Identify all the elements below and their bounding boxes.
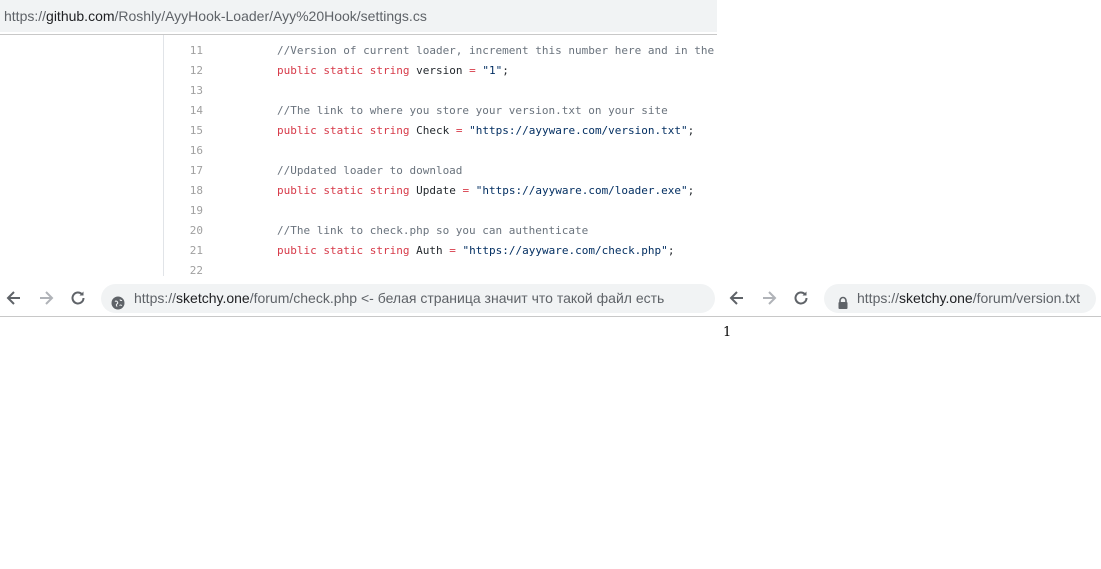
code-token: ; — [687, 184, 695, 197]
url-annotation: <- белая страница значит что такой файл … — [357, 290, 665, 306]
line-number[interactable]: 17 — [163, 161, 203, 181]
code-token: static — [323, 184, 364, 197]
reload-icon[interactable] — [68, 288, 88, 308]
code-token: Update — [409, 184, 463, 197]
code-line: 11 //Version of current loader, increment… — [0, 41, 717, 61]
code-line: 21 public static string Auth = "https://a… — [0, 241, 717, 261]
forward-arrow-icon[interactable] — [36, 288, 56, 308]
code-token: "1" — [482, 64, 503, 77]
address-bar[interactable]: https://sketchy.one/forum/check.php <- б… — [101, 284, 715, 313]
code-text: //Updated loader to download — [277, 161, 462, 181]
toolbar-divider — [0, 316, 1101, 317]
url-path: /forum/check.php — [249, 290, 358, 306]
code-token: version — [409, 64, 470, 77]
code-token: ; — [502, 64, 509, 77]
code-token: "https://ayyware.com/version.txt" — [469, 124, 688, 137]
code-token: string — [369, 184, 410, 197]
code-token: string — [369, 64, 410, 77]
code-token: //The link to where you store your versi… — [277, 104, 668, 117]
url-path: /Roshly/AyyHook-Loader/Ayy%20Hook/settin… — [114, 8, 427, 24]
code-token: "https://ayyware.com/check.php" — [462, 244, 668, 257]
code-text: //The link to check.php so you can authe… — [277, 221, 588, 241]
line-number[interactable]: 11 — [163, 41, 203, 61]
code-line: 22 — [0, 261, 717, 281]
line-number[interactable]: 18 — [163, 181, 203, 201]
code-token: "https://ayyware.com/loader.exe" — [475, 184, 688, 197]
info-globe-icon[interactable] — [111, 291, 125, 310]
line-number[interactable]: 19 — [163, 201, 203, 221]
line-number[interactable]: 15 — [163, 121, 203, 141]
url-scheme: https:// — [4, 8, 47, 24]
code-token: public — [277, 184, 317, 197]
version-file-content: 1 — [723, 325, 732, 340]
browser-toolbar-right: https://sketchy.one/forum/version.txt — [723, 283, 1101, 315]
url-host: sketchy.one — [899, 290, 973, 306]
code-token: public — [277, 124, 317, 137]
code-line: 16 — [0, 141, 717, 161]
code-line: 13 — [0, 81, 717, 101]
code-token: ; — [667, 244, 675, 257]
code-line: 20 //The link to check.php so you can aut… — [0, 221, 717, 241]
code-line: 14 //The link to where you store your ver… — [0, 101, 717, 121]
url-scheme: https:// — [857, 290, 900, 306]
code-text: public static string Auth = "https://ayy… — [277, 241, 674, 261]
code-token: //Version of current loader, increment t… — [277, 44, 715, 57]
code-text: public static string Check = "https://ay… — [277, 121, 694, 141]
code-token: = — [449, 244, 456, 257]
code-text: //The link to where you store your versi… — [277, 101, 668, 121]
code-line: 18 public static string Update = "https:/… — [0, 181, 717, 201]
code-text: //Version of current loader, increment t… — [277, 41, 714, 61]
url-host: sketchy.one — [176, 290, 250, 306]
code-line: 17 //Updated loader to download — [0, 161, 717, 181]
code-token: ; — [687, 124, 695, 137]
line-number[interactable]: 22 — [163, 261, 203, 281]
code-token: string — [369, 244, 410, 257]
forward-arrow-icon[interactable] — [759, 288, 779, 308]
code-token: = — [469, 64, 476, 77]
line-number[interactable]: 20 — [163, 221, 203, 241]
url-host: github.com — [46, 8, 115, 24]
url-scheme: https:// — [134, 290, 177, 306]
code-token: Check — [409, 124, 456, 137]
code-line: 12 public static string version = "1"; — [0, 61, 717, 81]
github-url-bar[interactable]: https://github.com/Roshly/AyyHook-Loader… — [0, 0, 717, 32]
code-text: public static string version = "1"; — [277, 61, 509, 81]
line-number[interactable]: 21 — [163, 241, 203, 261]
code-token: public — [277, 64, 317, 77]
code-token: //The link to check.php so you can authe… — [277, 224, 589, 237]
line-number[interactable]: 16 — [163, 141, 203, 161]
reload-icon[interactable] — [791, 288, 811, 308]
back-arrow-icon[interactable] — [4, 288, 24, 308]
code-line: 19 — [0, 201, 717, 221]
line-number[interactable]: 14 — [163, 101, 203, 121]
code-token: public — [277, 244, 317, 257]
url-path: /forum/version.txt — [972, 290, 1081, 306]
code-line: 15 public static string Check = "https://… — [0, 121, 717, 141]
code-token: string — [369, 124, 410, 137]
code-text: public static string Update = "https://a… — [277, 181, 694, 201]
code-view: 11 //Version of current loader, increment… — [0, 35, 717, 282]
code-token: static — [323, 124, 364, 137]
lock-icon[interactable] — [836, 291, 850, 309]
code-token: static — [323, 64, 364, 77]
code-token: static — [323, 244, 364, 257]
line-number[interactable]: 12 — [163, 61, 203, 81]
back-arrow-icon[interactable] — [727, 288, 747, 308]
code-token: Auth — [409, 244, 450, 257]
code-token: //Updated loader to download — [277, 164, 463, 177]
line-number[interactable]: 13 — [163, 81, 203, 101]
address-bar[interactable]: https://sketchy.one/forum/version.txt — [824, 284, 1096, 313]
browser-toolbar-left: https://sketchy.one/forum/check.php <- б… — [0, 283, 717, 315]
